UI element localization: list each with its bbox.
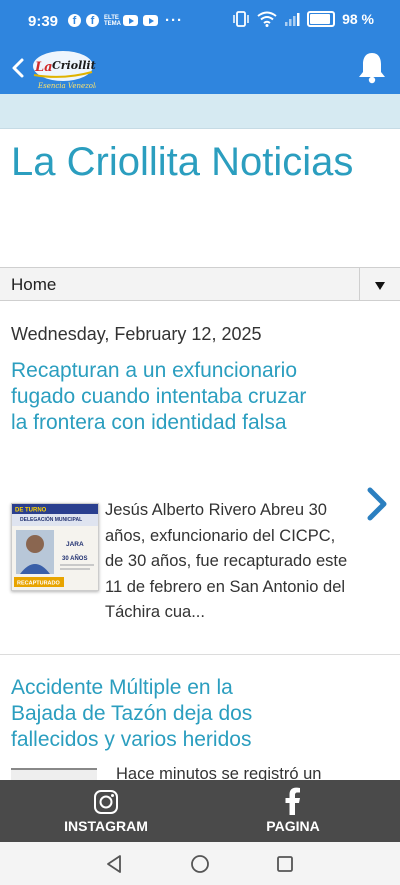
status-bar: 9:39 f f ELTE TEMA ··· 98 % [0, 0, 400, 42]
nav-dropdown-button[interactable] [359, 268, 400, 300]
thumbnail-graphic: DE TURNO DELEGACIÓN MUNICIPAL JARA 30 AÑ… [12, 504, 98, 590]
next-post-chevron-icon[interactable] [362, 486, 392, 522]
nav-bar: Home [0, 267, 400, 301]
facebook-notification-icon: f [86, 14, 99, 27]
site-logo[interactable]: La Criollita Esencia Venezolana [30, 44, 96, 92]
bell-icon[interactable] [356, 50, 388, 84]
system-nav-bar [0, 842, 400, 885]
notification-icons: f f ELTE TEMA ··· [68, 12, 183, 29]
svg-text:La: La [34, 60, 53, 75]
header-band [0, 94, 400, 129]
battery-icon [307, 11, 336, 27]
vibrate-icon [233, 11, 249, 27]
nav-home-link[interactable]: Home [11, 275, 56, 295]
blog-title[interactable]: La Criollita Noticias [11, 138, 381, 186]
chevron-left-icon[interactable] [8, 52, 28, 84]
svg-text:30 AÑOS: 30 AÑOS [62, 555, 87, 562]
facebook-notification-icon: f [68, 14, 81, 27]
status-time: 9:39 [28, 13, 59, 30]
youtube-notification-icon [123, 15, 138, 26]
youtube-notification-icon [143, 15, 158, 26]
instagram-icon [94, 790, 118, 814]
post-title[interactable]: Recapturan a un exfuncionario fugado cua… [11, 358, 311, 436]
recents-square-icon[interactable] [273, 852, 297, 876]
svg-text:Esencia Venezolana: Esencia Venezolana [37, 82, 96, 90]
signal-icon [285, 13, 300, 26]
system-icons: 98 % [232, 11, 374, 27]
facebook-icon [285, 787, 300, 815]
instagram-label: INSTAGRAM [64, 818, 148, 834]
pagina-button[interactable]: PAGINA [243, 780, 343, 842]
post-snippet: Hace minutos se registró un [116, 765, 322, 780]
svg-text:Criollita: Criollita [52, 59, 96, 72]
back-triangle-icon[interactable] [102, 852, 126, 876]
post-snippet-text: Jesús Alberto Rivero Abreu 30 años, exfu… [105, 501, 348, 621]
wifi-icon [257, 11, 277, 27]
svg-text:RECAPTURADO: RECAPTURADO [17, 581, 61, 587]
post-title[interactable]: Accidente Múltiple en la Bajada de Tazón… [11, 675, 301, 753]
svg-text:JARA: JARA [66, 541, 84, 548]
svg-text:DE TURNO: DE TURNO [15, 508, 47, 514]
app-notification-icon: ELTE TEMA [104, 14, 121, 27]
bottom-bar: INSTAGRAM PAGINA [0, 780, 400, 842]
post-thumbnail[interactable]: DE TURNO DELEGACIÓN MUNICIPAL JARA 30 AÑ… [11, 503, 99, 591]
pagina-label: PAGINA [266, 818, 320, 834]
post-divider [0, 654, 400, 655]
instagram-button[interactable]: INSTAGRAM [56, 780, 156, 842]
post-date: Wednesday, February 12, 2025 [11, 324, 262, 344]
home-circle-icon[interactable] [188, 852, 212, 876]
svg-text:DELEGACIÓN MUNICIPAL: DELEGACIÓN MUNICIPAL [20, 515, 82, 523]
more-notifications: ··· [165, 12, 183, 29]
app-bar: La Criollita Esencia Venezolana [0, 42, 400, 94]
battery-percent: 98 % [342, 11, 374, 27]
